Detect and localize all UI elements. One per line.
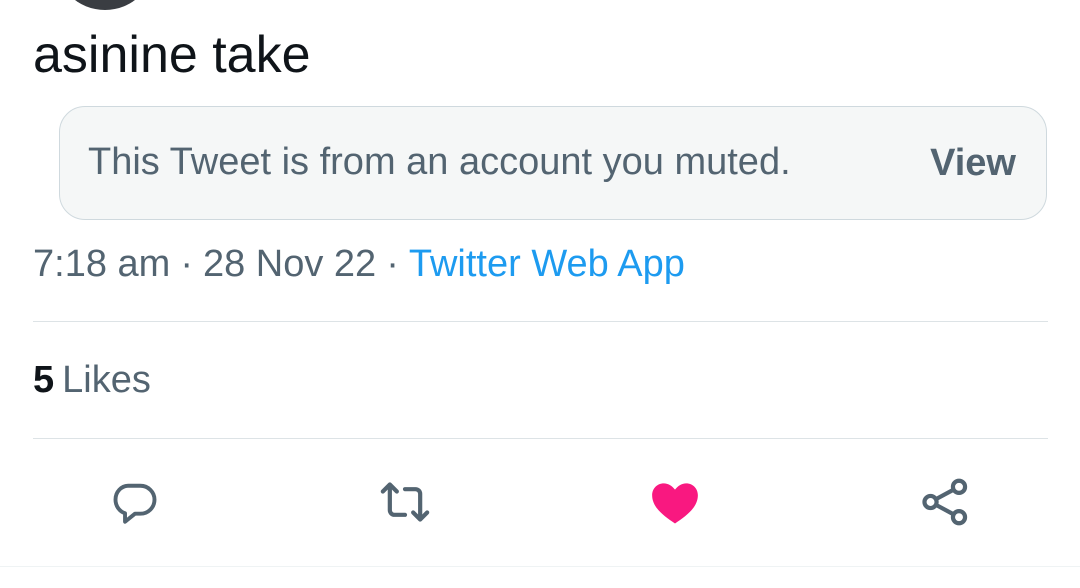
meta-separator: · <box>386 243 399 285</box>
tweet-text: asinine take <box>33 26 311 84</box>
likes-count: 5 <box>33 359 55 401</box>
likes-label: Likes <box>62 359 151 401</box>
likes-stat[interactable]: 5 Likes <box>33 358 151 402</box>
tweet-time[interactable]: 7:18 am <box>33 243 170 285</box>
muted-notice-text: This Tweet is from an account you muted. <box>88 141 791 183</box>
share-icon <box>922 478 968 526</box>
divider <box>0 566 1080 567</box>
muted-tweet-notice: This Tweet is from an account you muted.… <box>59 106 1047 220</box>
retweet-button[interactable] <box>377 474 433 530</box>
heart-icon <box>652 483 698 524</box>
view-muted-tweet-button[interactable]: View <box>930 141 1016 185</box>
share-button[interactable] <box>917 474 973 530</box>
divider <box>33 438 1048 439</box>
retweet-icon <box>380 482 430 522</box>
tweet-date[interactable]: 28 Nov 22 <box>203 243 376 285</box>
tweet-source-link[interactable]: Twitter Web App <box>409 243 685 285</box>
meta-separator: · <box>180 243 193 285</box>
reply-icon <box>113 483 157 524</box>
divider <box>33 321 1048 322</box>
avatar[interactable] <box>55 0 155 10</box>
reply-button[interactable] <box>107 474 163 530</box>
like-button[interactable] <box>647 474 703 530</box>
tweet-metadata: 7:18 am · 28 Nov 22 · Twitter Web App <box>33 242 685 286</box>
